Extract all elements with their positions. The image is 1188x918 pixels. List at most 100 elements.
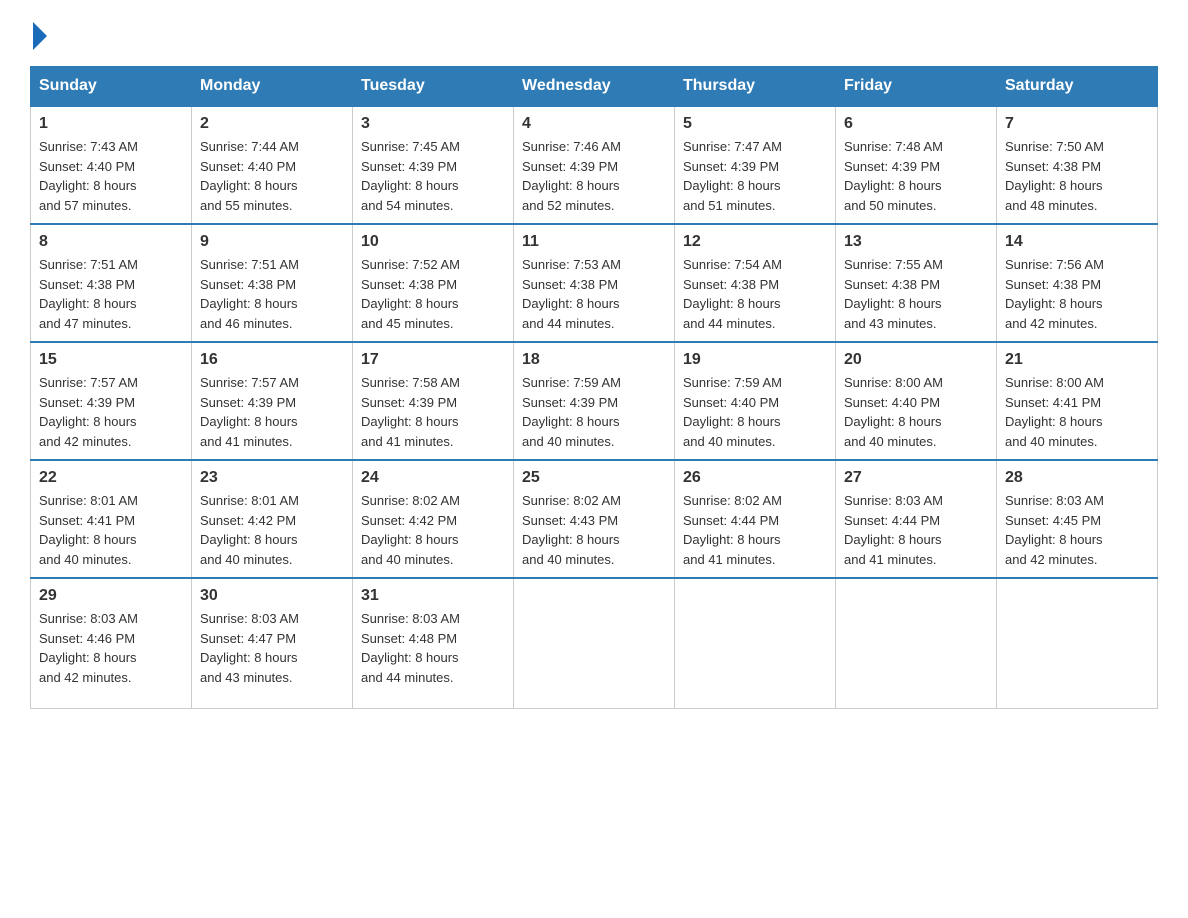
day-info: Sunrise: 7:51 AM Sunset: 4:38 PM Dayligh…: [200, 255, 344, 333]
day-number: 16: [200, 351, 344, 369]
day-info: Sunrise: 8:03 AM Sunset: 4:44 PM Dayligh…: [844, 491, 988, 569]
day-number: 26: [683, 469, 827, 487]
day-number: 17: [361, 351, 505, 369]
day-number: 4: [522, 115, 666, 133]
day-number: 2: [200, 115, 344, 133]
day-info: Sunrise: 7:51 AM Sunset: 4:38 PM Dayligh…: [39, 255, 183, 333]
header-tuesday: Tuesday: [353, 67, 514, 107]
day-info: Sunrise: 7:56 AM Sunset: 4:38 PM Dayligh…: [1005, 255, 1149, 333]
calendar-cell: 21 Sunrise: 8:00 AM Sunset: 4:41 PM Dayl…: [997, 342, 1158, 460]
day-info: Sunrise: 8:03 AM Sunset: 4:45 PM Dayligh…: [1005, 491, 1149, 569]
day-number: 20: [844, 351, 988, 369]
calendar-cell: 4 Sunrise: 7:46 AM Sunset: 4:39 PM Dayli…: [514, 106, 675, 224]
calendar-cell: 27 Sunrise: 8:03 AM Sunset: 4:44 PM Dayl…: [836, 460, 997, 578]
calendar-cell: 18 Sunrise: 7:59 AM Sunset: 4:39 PM Dayl…: [514, 342, 675, 460]
day-number: 6: [844, 115, 988, 133]
day-info: Sunrise: 7:46 AM Sunset: 4:39 PM Dayligh…: [522, 137, 666, 215]
calendar-cell: 30 Sunrise: 8:03 AM Sunset: 4:47 PM Dayl…: [192, 578, 353, 708]
day-number: 29: [39, 587, 183, 605]
header-wednesday: Wednesday: [514, 67, 675, 107]
day-number: 22: [39, 469, 183, 487]
calendar-cell: 23 Sunrise: 8:01 AM Sunset: 4:42 PM Dayl…: [192, 460, 353, 578]
day-info: Sunrise: 8:01 AM Sunset: 4:42 PM Dayligh…: [200, 491, 344, 569]
header-row: SundayMondayTuesdayWednesdayThursdayFrid…: [31, 67, 1158, 107]
logo-arrow-icon: [33, 22, 47, 50]
day-info: Sunrise: 7:53 AM Sunset: 4:38 PM Dayligh…: [522, 255, 666, 333]
calendar-cell: 14 Sunrise: 7:56 AM Sunset: 4:38 PM Dayl…: [997, 224, 1158, 342]
calendar-cell: 9 Sunrise: 7:51 AM Sunset: 4:38 PM Dayli…: [192, 224, 353, 342]
calendar-cell: 22 Sunrise: 8:01 AM Sunset: 4:41 PM Dayl…: [31, 460, 192, 578]
calendar-cell: 13 Sunrise: 7:55 AM Sunset: 4:38 PM Dayl…: [836, 224, 997, 342]
header-friday: Friday: [836, 67, 997, 107]
day-number: 5: [683, 115, 827, 133]
day-number: 27: [844, 469, 988, 487]
calendar-cell: 29 Sunrise: 8:03 AM Sunset: 4:46 PM Dayl…: [31, 578, 192, 708]
day-number: 7: [1005, 115, 1149, 133]
day-info: Sunrise: 8:03 AM Sunset: 4:46 PM Dayligh…: [39, 609, 183, 687]
day-info: Sunrise: 7:57 AM Sunset: 4:39 PM Dayligh…: [39, 373, 183, 451]
calendar-cell: 17 Sunrise: 7:58 AM Sunset: 4:39 PM Dayl…: [353, 342, 514, 460]
day-info: Sunrise: 8:02 AM Sunset: 4:43 PM Dayligh…: [522, 491, 666, 569]
day-number: 3: [361, 115, 505, 133]
day-info: Sunrise: 8:03 AM Sunset: 4:47 PM Dayligh…: [200, 609, 344, 687]
calendar-cell: 1 Sunrise: 7:43 AM Sunset: 4:40 PM Dayli…: [31, 106, 192, 224]
day-info: Sunrise: 7:55 AM Sunset: 4:38 PM Dayligh…: [844, 255, 988, 333]
calendar-cell: 28 Sunrise: 8:03 AM Sunset: 4:45 PM Dayl…: [997, 460, 1158, 578]
day-info: Sunrise: 7:50 AM Sunset: 4:38 PM Dayligh…: [1005, 137, 1149, 215]
day-info: Sunrise: 8:03 AM Sunset: 4:48 PM Dayligh…: [361, 609, 505, 687]
day-info: Sunrise: 7:54 AM Sunset: 4:38 PM Dayligh…: [683, 255, 827, 333]
calendar-cell: 19 Sunrise: 7:59 AM Sunset: 4:40 PM Dayl…: [675, 342, 836, 460]
calendar-cell: 5 Sunrise: 7:47 AM Sunset: 4:39 PM Dayli…: [675, 106, 836, 224]
day-number: 14: [1005, 233, 1149, 251]
day-info: Sunrise: 7:45 AM Sunset: 4:39 PM Dayligh…: [361, 137, 505, 215]
calendar-cell: 10 Sunrise: 7:52 AM Sunset: 4:38 PM Dayl…: [353, 224, 514, 342]
header-monday: Monday: [192, 67, 353, 107]
calendar-cell: [836, 578, 997, 708]
day-info: Sunrise: 8:00 AM Sunset: 4:40 PM Dayligh…: [844, 373, 988, 451]
day-info: Sunrise: 7:44 AM Sunset: 4:40 PM Dayligh…: [200, 137, 344, 215]
week-row-3: 15 Sunrise: 7:57 AM Sunset: 4:39 PM Dayl…: [31, 342, 1158, 460]
day-number: 9: [200, 233, 344, 251]
day-number: 30: [200, 587, 344, 605]
calendar-table: SundayMondayTuesdayWednesdayThursdayFrid…: [30, 66, 1158, 709]
day-number: 24: [361, 469, 505, 487]
day-number: 23: [200, 469, 344, 487]
calendar-cell: 11 Sunrise: 7:53 AM Sunset: 4:38 PM Dayl…: [514, 224, 675, 342]
day-number: 12: [683, 233, 827, 251]
day-info: Sunrise: 8:01 AM Sunset: 4:41 PM Dayligh…: [39, 491, 183, 569]
calendar-cell: 7 Sunrise: 7:50 AM Sunset: 4:38 PM Dayli…: [997, 106, 1158, 224]
day-number: 31: [361, 587, 505, 605]
calendar-cell: 31 Sunrise: 8:03 AM Sunset: 4:48 PM Dayl…: [353, 578, 514, 708]
week-row-4: 22 Sunrise: 8:01 AM Sunset: 4:41 PM Dayl…: [31, 460, 1158, 578]
logo-top: [30, 20, 47, 50]
day-number: 25: [522, 469, 666, 487]
day-number: 28: [1005, 469, 1149, 487]
day-number: 18: [522, 351, 666, 369]
day-number: 11: [522, 233, 666, 251]
calendar-cell: [997, 578, 1158, 708]
calendar-cell: 15 Sunrise: 7:57 AM Sunset: 4:39 PM Dayl…: [31, 342, 192, 460]
day-number: 13: [844, 233, 988, 251]
header-thursday: Thursday: [675, 67, 836, 107]
day-info: Sunrise: 7:57 AM Sunset: 4:39 PM Dayligh…: [200, 373, 344, 451]
logo: [30, 20, 47, 46]
calendar-cell: 6 Sunrise: 7:48 AM Sunset: 4:39 PM Dayli…: [836, 106, 997, 224]
calendar-cell: 16 Sunrise: 7:57 AM Sunset: 4:39 PM Dayl…: [192, 342, 353, 460]
week-row-5: 29 Sunrise: 8:03 AM Sunset: 4:46 PM Dayl…: [31, 578, 1158, 708]
header-saturday: Saturday: [997, 67, 1158, 107]
day-number: 1: [39, 115, 183, 133]
calendar-cell: 24 Sunrise: 8:02 AM Sunset: 4:42 PM Dayl…: [353, 460, 514, 578]
calendar-cell: [675, 578, 836, 708]
calendar-cell: 3 Sunrise: 7:45 AM Sunset: 4:39 PM Dayli…: [353, 106, 514, 224]
day-info: Sunrise: 7:58 AM Sunset: 4:39 PM Dayligh…: [361, 373, 505, 451]
day-number: 8: [39, 233, 183, 251]
week-row-2: 8 Sunrise: 7:51 AM Sunset: 4:38 PM Dayli…: [31, 224, 1158, 342]
header-sunday: Sunday: [31, 67, 192, 107]
day-number: 10: [361, 233, 505, 251]
page-header: [30, 20, 1158, 46]
day-info: Sunrise: 8:00 AM Sunset: 4:41 PM Dayligh…: [1005, 373, 1149, 451]
week-row-1: 1 Sunrise: 7:43 AM Sunset: 4:40 PM Dayli…: [31, 106, 1158, 224]
day-info: Sunrise: 7:59 AM Sunset: 4:39 PM Dayligh…: [522, 373, 666, 451]
day-info: Sunrise: 7:43 AM Sunset: 4:40 PM Dayligh…: [39, 137, 183, 215]
day-info: Sunrise: 7:48 AM Sunset: 4:39 PM Dayligh…: [844, 137, 988, 215]
